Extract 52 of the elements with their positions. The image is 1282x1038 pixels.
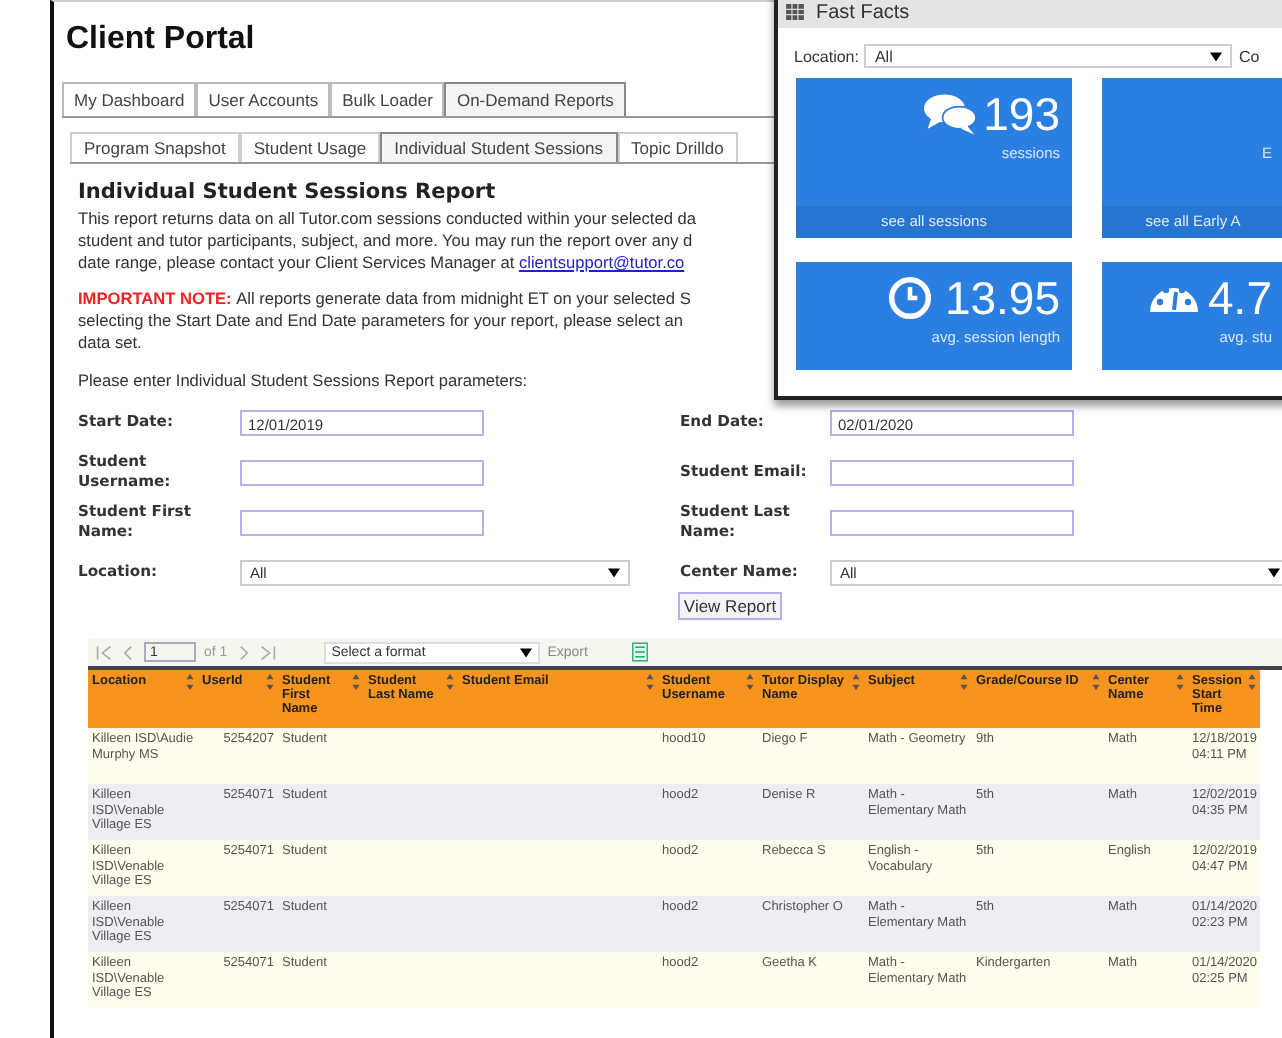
caret-icon: [1210, 51, 1223, 61]
location-dropdown[interactable]: All: [864, 44, 1233, 68]
email-link[interactable]: clientsupport@tutor.co: [518, 252, 685, 272]
intro-text: student and tutor participants, subject, and more. You may run the report over any d: [78, 230, 693, 250]
stat-value: 4.7: [1208, 274, 1272, 322]
input-field[interactable]: [240, 459, 484, 485]
input-field[interactable]: [240, 509, 484, 535]
tab[interactable]: User Accounts: [196, 82, 331, 116]
stat-value: 193: [983, 90, 1060, 138]
chat-bubbles-icon: [923, 92, 976, 136]
location-label: Location:: [794, 47, 859, 65]
clock-icon: [884, 276, 937, 320]
sort-icon: [746, 674, 754, 690]
next-page-icon[interactable]: [235, 645, 252, 659]
sort-icon: [960, 674, 968, 690]
sort-icon: [1092, 674, 1100, 690]
last-page-icon[interactable]: [259, 645, 276, 659]
sort-icon: [1248, 674, 1256, 690]
tab[interactable]: Bulk Loader: [330, 82, 445, 116]
sort-icon: [352, 674, 360, 690]
sort-icon: [266, 674, 274, 690]
sort-icon: [1176, 674, 1184, 690]
subtab[interactable]: Topic Drilldo: [617, 132, 738, 162]
tab[interactable]: My Dashboard: [62, 82, 197, 116]
previous-page-icon[interactable]: [120, 645, 136, 659]
caret-icon: [519, 647, 532, 657]
note-text: All reports generate data from midnight ET on your selected S: [236, 288, 691, 308]
caret-icon: [608, 567, 620, 577]
stat-value: 13.95: [944, 274, 1060, 322]
intro-text: This report returns data on all Tutor.com sessions conducted within your selected da: [78, 208, 696, 228]
subtab[interactable]: Program Snapshot: [70, 132, 240, 162]
tab[interactable]: On-Demand Reports: [444, 82, 626, 116]
intro-text: date range, please contact your Client Services Manager at: [78, 252, 515, 272]
input-field[interactable]: [830, 509, 1074, 535]
report-heading: Individual Student Sessions Report: [78, 180, 498, 204]
sort-icon: [646, 674, 654, 690]
view-report-button[interactable]: View Report: [677, 592, 783, 620]
subtab[interactable]: Individual Student Sessions: [380, 132, 618, 162]
note-text: data set.: [78, 332, 142, 352]
spreadsheet-icon[interactable]: [631, 642, 648, 662]
page-title: Client Portal: [64, 20, 255, 60]
sort-icon: [446, 674, 454, 690]
prompt-text: Please enter Individual Student Sessions Report parameters:: [78, 370, 530, 390]
sort-icon: [852, 674, 860, 690]
filter-label: Co: [1238, 47, 1260, 65]
input-field[interactable]: [830, 459, 1074, 485]
window-title: Fast Facts: [816, 1, 910, 23]
note-text: selecting the Start Date and End Date parameters for your report, please select an: [78, 310, 684, 330]
sort-icon: [186, 674, 194, 690]
first-page-icon[interactable]: [96, 645, 112, 659]
important-note-label: IMPORTANT NOTE:: [78, 288, 232, 308]
caret-icon: [1268, 567, 1280, 577]
